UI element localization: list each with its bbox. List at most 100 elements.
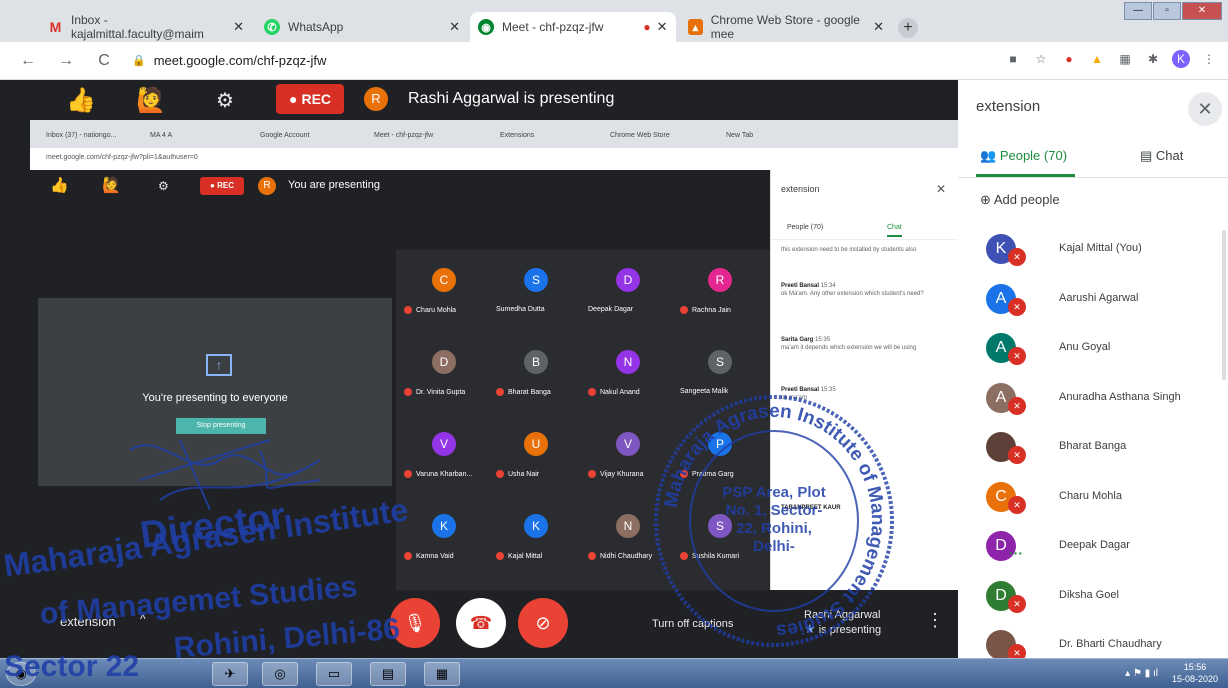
shared-people-tab: People (70): [787, 224, 824, 231]
person-row[interactable]: D ✕ Diksha Goel: [958, 573, 1228, 622]
presenter-avatar: R: [364, 87, 388, 111]
tab-close-icon[interactable]: ✕: [657, 19, 668, 35]
tab-gmail[interactable]: M Inbox - kajalmittal.faculty@maim ✕: [40, 12, 252, 42]
new-tab-button[interactable]: +: [898, 18, 918, 38]
person-row[interactable]: A ✕ Aarushi Agarwal: [958, 276, 1228, 325]
recording-dot-icon: ●: [643, 20, 651, 34]
clock-date: 15-08-2020: [1171, 674, 1218, 684]
speaking-indicator-icon: ···: [1009, 545, 1023, 561]
forward-arrow-icon[interactable]: →: [56, 52, 76, 70]
spreadsheet-icon[interactable]: ▦: [424, 662, 460, 686]
panel-header: extension: [976, 98, 1041, 115]
participant-name: Varuna Kharban...: [404, 470, 472, 478]
person-name: Charu Mohla: [1059, 490, 1122, 502]
thumbs-up-icon: 👍: [50, 177, 69, 194]
emoji-face-icon[interactable]: 🙋: [136, 86, 166, 115]
shared-tab: Google Account: [260, 132, 310, 139]
chrome-menu-icon[interactable]: ⋮: [1200, 50, 1218, 68]
more-options-icon[interactable]: ⋮: [926, 610, 944, 631]
person-row[interactable]: D ··· Deepak Dagar: [958, 523, 1228, 572]
participant-name: Deepak Dagar: [588, 306, 634, 313]
close-window-button[interactable]: ✕: [1182, 2, 1222, 20]
tab-chat[interactable]: ▤ Chat: [1140, 148, 1183, 164]
folder-icon[interactable]: ▤: [370, 662, 406, 686]
participant-avatar: D: [432, 350, 456, 374]
leave-call-button[interactable]: ☎: [456, 598, 506, 648]
participant-tile: V Varuna Kharban...: [400, 430, 490, 492]
profile-avatar[interactable]: K: [1172, 50, 1190, 68]
tab-webstore[interactable]: ▴ Chrome Web Store - google mee ✕: [680, 12, 892, 42]
participant-name: Sumedha Dutta: [496, 306, 545, 313]
person-name: Deepak Dagar: [1059, 539, 1130, 551]
shared-rec-badge: ● REC: [200, 177, 244, 195]
thumbs-up-icon[interactable]: 👍: [66, 86, 96, 115]
close-icon: ✕: [935, 182, 946, 196]
back-arrow-icon[interactable]: ←: [18, 52, 38, 70]
person-name: Anu Goyal: [1059, 341, 1111, 353]
add-people-button[interactable]: ⊕ Add people: [980, 192, 1060, 208]
camera-toggle-button[interactable]: ⊘: [518, 598, 568, 648]
participant-name: Rachna Jain: [680, 306, 731, 314]
close-panel-button[interactable]: ✕: [1188, 92, 1222, 126]
mic-off-icon: [588, 552, 596, 560]
person-row[interactable]: A ✕ Anuradha Asthana Singh: [958, 375, 1228, 424]
mic-off-icon: [496, 470, 504, 478]
telegram-icon[interactable]: ✈: [212, 662, 248, 686]
participant-name: Usha Nair: [496, 470, 539, 478]
mic-off-icon: [404, 552, 412, 560]
mic-off-icon: ✕: [1008, 496, 1026, 514]
maximize-button[interactable]: ▫: [1153, 2, 1181, 20]
minimize-button[interactable]: —: [1124, 2, 1152, 20]
participant-avatar: C: [432, 268, 456, 292]
participant-tile: B Bharat Banga: [492, 348, 582, 410]
mic-off-icon: [680, 306, 688, 314]
person-row[interactable]: B✕Bharat Banga: [958, 424, 1228, 473]
participant-name: Kajal Mittal: [496, 552, 542, 560]
tab-close-icon[interactable]: ✕: [873, 19, 884, 35]
shared-tab: MA 4 A: [150, 132, 173, 139]
people-tab-label: People (70): [999, 148, 1068, 163]
person-name: Anuradha Asthana Singh: [1059, 391, 1181, 403]
participant-avatar: R: [708, 268, 732, 292]
tab-meet[interactable]: ◉ Meet - chf-pzqz-jfw ● ✕: [470, 12, 676, 42]
participant-avatar: N: [616, 350, 640, 374]
participant-tile: R Rachna Jain: [676, 266, 766, 328]
mic-off-icon: ✕: [1008, 397, 1026, 415]
rec-button[interactable]: ● REC: [276, 84, 344, 114]
gear-icon[interactable]: ⚙: [216, 88, 234, 113]
tab-close-icon[interactable]: ✕: [233, 19, 244, 35]
person-row[interactable]: K ✕ Kajal Mittal (You): [958, 226, 1228, 275]
mic-off-icon: ✕: [1008, 446, 1026, 464]
mic-off-icon: [404, 388, 412, 396]
star-icon[interactable]: ☆: [1032, 50, 1050, 68]
person-row[interactable]: C ✕ Charu Mohla: [958, 474, 1228, 523]
camera-icon[interactable]: ■: [1004, 50, 1022, 68]
mic-off-icon: [404, 306, 412, 314]
reload-icon[interactable]: C: [94, 52, 114, 70]
shared-address-bar: meet.google.com/chf-pzqz-jfw?pli=1&authu…: [30, 148, 958, 168]
shared-tab: Inbox (37) - nationgo...: [46, 132, 117, 139]
mic-off-icon: [496, 552, 504, 560]
tab-people[interactable]: 👥 People (70): [975, 148, 1076, 177]
zoom-icon[interactable]: ▭: [316, 662, 352, 686]
extension-red-icon[interactable]: ●: [1060, 50, 1078, 68]
puzzle-icon[interactable]: ✱: [1144, 50, 1162, 68]
participant-avatar: B: [524, 350, 548, 374]
chrome-icon[interactable]: ◎: [262, 662, 298, 686]
extension-yellow-icon[interactable]: ▲: [1088, 50, 1106, 68]
participant-avatar: D: [616, 268, 640, 292]
person-row[interactable]: A ✕ Anu Goyal: [958, 325, 1228, 374]
url-field[interactable]: 🔒 meet.google.com/chf-pzqz-jfw: [132, 53, 326, 68]
clock[interactable]: 15:56 15-08-2020: [1172, 661, 1218, 685]
participant-name: Vijay Khurana: [588, 470, 643, 478]
participant-avatar: S: [524, 268, 548, 292]
mic-off-icon: [588, 388, 596, 396]
grid-extension-icon[interactable]: ▦: [1116, 50, 1134, 68]
tab-close-icon[interactable]: ✕: [449, 19, 460, 35]
tray-icons[interactable]: ▴ ⚑ ▮ ıl: [1125, 668, 1158, 679]
person-name: Diksha Goel: [1059, 589, 1119, 601]
mic-off-icon: ✕: [1008, 298, 1026, 316]
gmail-icon: M: [49, 19, 62, 35]
tab-whatsapp[interactable]: ✆ WhatsApp ✕: [256, 12, 468, 42]
shared-tab: Chrome Web Store: [610, 132, 670, 139]
